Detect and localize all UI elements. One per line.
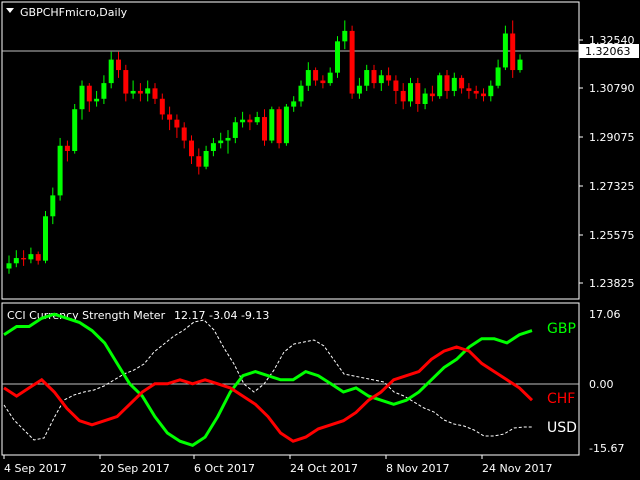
candle-body: [437, 75, 443, 97]
candle-body: [152, 88, 158, 99]
date-tick: 24 Oct 2017: [290, 462, 358, 475]
indicator-values: 12.17 -3.04 -9.13: [174, 309, 269, 322]
chart-window[interactable]: GBPCHFmicro,Daily 1.32063 1.32540 1.3079…: [0, 0, 640, 480]
candle-body: [488, 85, 494, 97]
candle-body: [79, 85, 85, 110]
candle-body: [342, 30, 348, 42]
candle-body: [269, 109, 275, 141]
candle-body: [28, 254, 34, 260]
candle-body: [283, 106, 289, 144]
candle-body: [408, 83, 413, 102]
candle-body: [137, 90, 143, 94]
candle-body: [174, 119, 180, 128]
price-axis: 1.32540 1.30790 1.29075 1.27325 1.25575 …: [579, 34, 635, 290]
candle-body: [72, 109, 78, 151]
candle-body: [57, 145, 63, 196]
candle-body: [196, 156, 202, 167]
candle-body: [335, 41, 340, 73]
price-tick: 1.23825: [589, 277, 635, 290]
candle-body: [510, 33, 516, 71]
indicator-axis-zero: 0.00: [589, 378, 614, 391]
gbp-strength-line: [3, 312, 533, 447]
candle-body: [6, 263, 12, 269]
candle-body: [502, 33, 508, 68]
candle-body: [181, 127, 187, 141]
candle-body: [451, 77, 457, 91]
candle-body: [262, 117, 267, 141]
price-tick: 1.30790: [589, 82, 635, 95]
candle-body: [313, 70, 319, 81]
candle-body: [298, 85, 304, 102]
candle-body: [116, 59, 121, 71]
candle-body: [444, 75, 450, 91]
candle-body: [189, 140, 194, 157]
candle-body: [203, 151, 209, 167]
indicator-name: CCI Currency Strength Meter: [7, 309, 166, 322]
chf-label: CHF: [547, 391, 575, 407]
date-axis: 4 Sep 2017 20 Sep 2017 6 Oct 2017 24 Oct…: [3, 455, 552, 475]
candle-body: [247, 119, 253, 123]
candle-body: [130, 90, 136, 94]
candle-body: [232, 122, 238, 138]
candle-body: [159, 98, 165, 115]
candle-body: [429, 93, 435, 97]
candle-body: [320, 80, 326, 84]
candle-body: [393, 80, 399, 91]
candle-body: [101, 83, 107, 99]
date-tick: 24 Nov 2017: [482, 462, 552, 475]
candle-body: [167, 114, 173, 120]
candle-body: [276, 109, 282, 144]
candle-body: [218, 140, 224, 144]
candle-body: [64, 145, 70, 151]
candle-body: [517, 59, 523, 71]
candle-body: [349, 30, 355, 94]
indicator-axis-bottom: -15.67: [589, 442, 624, 455]
candle-body: [21, 258, 27, 260]
candle-body: [495, 67, 501, 86]
dropdown-arrow-icon[interactable]: [6, 8, 14, 13]
date-tick: 4 Sep 2017: [4, 462, 67, 475]
price-tick: 1.25575: [589, 229, 635, 242]
candle-body: [13, 258, 19, 264]
candle-body: [459, 77, 465, 89]
candle-body: [240, 119, 246, 123]
gbp-label: GBP: [547, 321, 576, 337]
candle-body: [86, 85, 92, 102]
chart-title: GBPCHFmicro,Daily: [20, 6, 128, 19]
candle-body: [254, 117, 260, 123]
candle-body: [108, 59, 114, 84]
candle-body: [50, 195, 56, 217]
candle-body: [378, 75, 384, 84]
candle-body: [35, 254, 41, 261]
main-chart-frame: [1, 1, 580, 300]
candle-body: [43, 216, 48, 261]
price-tick: 1.27325: [589, 180, 635, 193]
candle-body: [225, 137, 231, 141]
candle-body: [305, 70, 311, 86]
candle-body: [356, 85, 362, 94]
candle-body: [466, 88, 472, 91]
price-tick: 1.29075: [589, 131, 635, 144]
candle-body: [94, 98, 100, 102]
candle-body: [145, 88, 151, 94]
date-tick: 20 Sep 2017: [100, 462, 170, 475]
candle-body: [422, 93, 428, 104]
candlestick-series: [6, 20, 523, 274]
candle-body: [291, 101, 297, 107]
candle-body: [123, 70, 129, 94]
candle-body: [327, 72, 333, 84]
candle-body: [400, 90, 406, 102]
candle-body: [210, 143, 216, 151]
date-tick: 6 Oct 2017: [194, 462, 255, 475]
candle-body: [371, 70, 377, 84]
candle-body: [481, 93, 486, 97]
indicator-axis-top: 17.06: [589, 308, 621, 321]
candle-body: [386, 75, 392, 81]
candle-body: [473, 90, 479, 94]
usd-label: USD: [547, 420, 577, 436]
candle-body: [364, 70, 370, 86]
candle-body: [415, 83, 421, 104]
price-tick: 1.32540: [589, 34, 635, 47]
date-tick: 8 Nov 2017: [386, 462, 449, 475]
